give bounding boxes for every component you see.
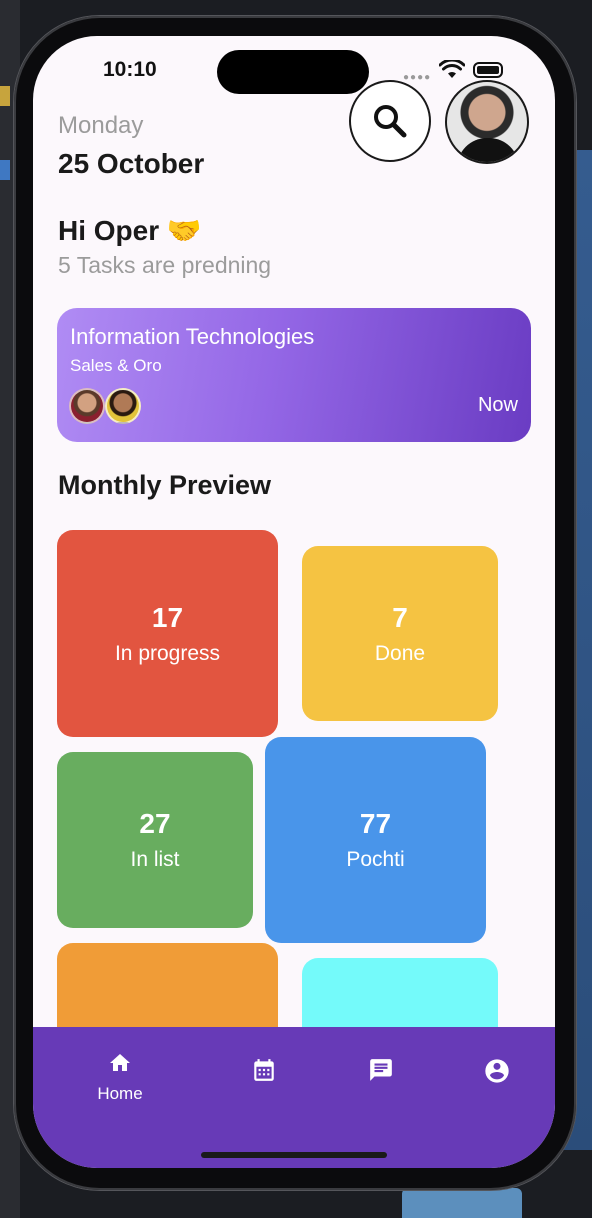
status-icons: ●●●● [401, 60, 511, 83]
dynamic-island [217, 50, 369, 94]
home-icon [110, 1054, 130, 1071]
stat-tile-pochti[interactable]: 77 Pochti [265, 737, 486, 943]
project-card[interactable]: Information Technologies Sales & Oro Now [57, 308, 531, 442]
signal-icon: ●●●● [403, 72, 432, 83]
battery-icon [473, 62, 503, 78]
chat-icon [370, 1059, 392, 1081]
pending-tasks: 5 Tasks are predning [58, 252, 272, 278]
stat-tile-in-progress[interactable]: 17 In progress [57, 530, 278, 737]
tile-count: 27 [139, 808, 171, 839]
tile-count: 77 [359, 808, 392, 839]
stat-tile-in-list[interactable]: 27 In list [57, 752, 253, 928]
monthly-preview-title: Monthly Preview [58, 470, 272, 500]
nav-calendar[interactable] [219, 1057, 309, 1088]
search-button[interactable] [349, 80, 431, 162]
project-title: Information Technologies [70, 324, 315, 349]
nav-profile[interactable] [452, 1057, 542, 1090]
greeting: Hi Oper 🤝 [58, 215, 202, 246]
tile-count: 7 [392, 601, 408, 633]
tile-label: Done [374, 641, 426, 665]
calendar-icon [254, 1059, 274, 1081]
tile-label: Pochti [346, 848, 405, 871]
home-indicator [201, 1152, 387, 1158]
nav-home-label: Home [97, 1084, 143, 1103]
project-time: Now [477, 394, 518, 416]
nav-home[interactable]: Home [75, 1051, 165, 1104]
stat-tile-done[interactable]: 7 Done [302, 546, 498, 721]
tile-label: In list [130, 848, 180, 871]
project-subtitle: Sales & Oro [70, 356, 162, 375]
member-avatar [69, 388, 105, 424]
tile-count: 17 [151, 601, 184, 633]
tile-label: In progress [114, 641, 221, 665]
nav-messages[interactable] [336, 1057, 426, 1088]
avatar-shirt [457, 138, 519, 162]
search-icon [374, 105, 407, 138]
profile-avatar[interactable] [445, 80, 529, 164]
member-avatar [105, 388, 141, 424]
desktop-marker [0, 86, 10, 106]
desktop-marker [0, 160, 10, 180]
bottom-navigation: Home [33, 1027, 555, 1168]
wifi-icon [439, 60, 465, 78]
status-time: 10:10 [103, 58, 157, 81]
phone-screen: 10:10 ●●●● Monday 25 October Hi Oper 🤝 5… [33, 36, 555, 1168]
weekday-label: Monday [58, 112, 144, 139]
desktop-folder-icon [402, 1188, 522, 1218]
account-icon [485, 1059, 509, 1083]
date-label: 25 October [58, 148, 205, 179]
